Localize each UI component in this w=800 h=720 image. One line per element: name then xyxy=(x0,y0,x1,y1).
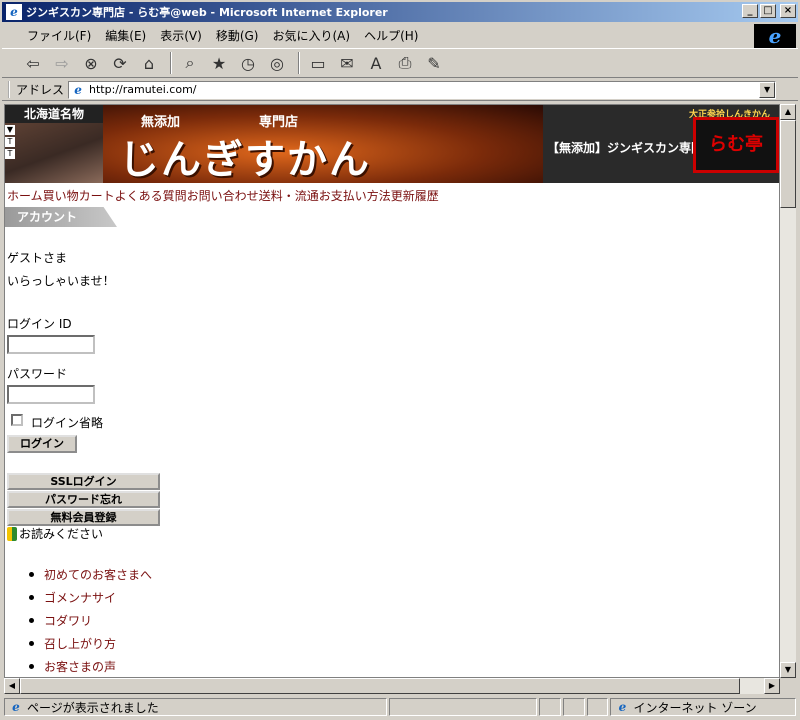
zone-pane: e インターネット ゾーン xyxy=(610,698,796,716)
status-bar: e ページが表示されました e インターネット ゾーン xyxy=(2,696,798,718)
status-text-pane: e ページが表示されました xyxy=(4,698,387,716)
menu-help[interactable]: ヘルプ(H) xyxy=(357,27,425,44)
forgot-password-button[interactable]: パスワード忘れ xyxy=(7,491,160,508)
banner-tab[interactable]: ▼ xyxy=(5,125,15,135)
nav-shipping[interactable]: 送料・流通 xyxy=(259,189,319,203)
address-bar: アドレス e http://ramutei.com/ ▼ xyxy=(2,79,798,101)
banner-tab[interactable]: T xyxy=(5,149,15,159)
scroll-right-icon[interactable]: ▶ xyxy=(764,678,780,694)
welcome-text: いらっしゃいませ！ xyxy=(7,274,115,288)
status-pane xyxy=(586,698,609,716)
nav-cart[interactable]: 買い物カート xyxy=(43,189,115,203)
toolbar-separator xyxy=(298,52,300,74)
address-input[interactable]: e http://ramutei.com/ ▼ xyxy=(68,80,777,99)
status-pane xyxy=(388,698,537,716)
window-titlebar: e ジンギスカン専門店 - らむ亭@web - Microsoft Intern… xyxy=(2,2,798,22)
home-icon[interactable]: ⌂ xyxy=(136,51,162,75)
horizontal-scroll-thumb[interactable] xyxy=(20,678,740,694)
menu-edit[interactable]: 編集(E) xyxy=(98,27,153,44)
beginner-leaf-icon xyxy=(7,526,17,541)
stop-icon[interactable]: ⊗ xyxy=(78,51,104,75)
toolbar: ⇦ ⇨ ⊗ ⟳ ⌂ ⌕ ★ ◷ ◎ ▭ ✉ A ⎙ ✎ xyxy=(2,48,798,78)
site-nav: ホーム買い物カートよくある質問お問い合わせ送料・流通お支払い方法更新履歴 xyxy=(7,187,439,204)
toolbar-separator xyxy=(170,52,172,74)
page-icon: e xyxy=(74,82,82,97)
window-title: ジンギスカン専門店 - らむ亭@web - Microsoft Internet… xyxy=(26,6,388,19)
ie-throbber-logo: e xyxy=(754,24,796,48)
banner-right: 【無添加】ジンギスカン専門店 らむ亭@ 大正参拾しんきかん らむ亭 xyxy=(543,105,779,183)
edit-icon[interactable]: ✎ xyxy=(421,51,447,75)
nav-history[interactable]: 更新履歴 xyxy=(391,189,439,203)
banner-title: じんぎすかん xyxy=(119,136,371,183)
remember-label: ログイン省略 xyxy=(31,416,104,430)
nav-contact[interactable]: お問い合わせ xyxy=(187,189,259,203)
menu-go[interactable]: 移動(G) xyxy=(209,27,266,44)
horizontal-scrollbar[interactable]: ◀ ▶ xyxy=(4,678,780,694)
link-commitment[interactable]: コダワリ xyxy=(29,609,152,632)
internet-zone-icon: e xyxy=(618,700,627,714)
vertical-scroll-thumb[interactable] xyxy=(780,120,796,208)
guest-label: ゲストさま xyxy=(7,251,68,265)
address-dropdown-icon[interactable]: ▼ xyxy=(759,81,776,98)
readme-title: お読みください xyxy=(19,527,104,541)
nav-faq[interactable]: よくある質問 xyxy=(115,189,187,203)
menu-favorites[interactable]: お気に入り(A) xyxy=(265,27,357,44)
scroll-corner xyxy=(780,678,796,694)
banner-tab[interactable]: T xyxy=(5,137,15,147)
fullscreen-icon[interactable]: ▭ xyxy=(305,51,331,75)
login-button[interactable]: ログイン xyxy=(7,435,77,453)
ssl-login-button[interactable]: SSLログイン xyxy=(7,473,160,490)
banner-hokkaido-label: 北海道名物 xyxy=(5,105,103,123)
page-done-icon: e xyxy=(12,700,20,714)
banner-main: 無添加 専門店 じんぎすかん xyxy=(103,105,543,183)
nav-home[interactable]: ホーム xyxy=(7,189,43,203)
forward-icon[interactable]: ⇨ xyxy=(49,51,75,75)
status-pane xyxy=(562,698,585,716)
site-logo[interactable]: らむ亭 xyxy=(693,117,779,173)
menu-file[interactable]: ファイル(F) xyxy=(20,27,98,44)
password-label: パスワード xyxy=(7,367,68,381)
channels-icon[interactable]: ◎ xyxy=(264,51,290,75)
favorites-icon[interactable]: ★ xyxy=(206,51,232,75)
mail-icon[interactable]: ✉ xyxy=(334,51,360,75)
scroll-left-icon[interactable]: ◀ xyxy=(4,678,20,694)
menu-view[interactable]: 表示(V) xyxy=(153,27,209,44)
scroll-up-icon[interactable]: ▲ xyxy=(780,104,796,120)
print-icon[interactable]: ⎙ xyxy=(392,51,418,75)
login-id-label: ログイン ID xyxy=(7,317,72,331)
link-first-time[interactable]: 初めてのお客さまへ xyxy=(29,563,152,586)
maximize-button[interactable]: □ xyxy=(760,4,776,18)
banner-photo: 北海道名物 ▼ T T xyxy=(5,105,103,183)
minimize-button[interactable]: _ xyxy=(742,4,758,18)
login-id-input[interactable] xyxy=(7,335,95,354)
scroll-down-icon[interactable]: ▼ xyxy=(780,662,796,678)
status-pane xyxy=(538,698,561,716)
account-tab: アカウント xyxy=(5,207,117,227)
back-icon[interactable]: ⇦ xyxy=(20,51,46,75)
menubar: ファイル(F) 編集(E) 表示(V) 移動(G) お気に入り(A) ヘルプ(H… xyxy=(2,24,798,46)
site-banner[interactable]: 北海道名物 ▼ T T 無添加 専門店 じんぎすかん 【無添加】ジンギスカン専門… xyxy=(5,105,779,183)
ie-app-icon: e xyxy=(6,4,22,20)
status-text: ページが表示されました xyxy=(27,700,159,715)
page-viewport: 北海道名物 ▼ T T 無添加 専門店 じんぎすかん 【無添加】ジンギスカン専門… xyxy=(4,104,780,678)
remember-checkbox[interactable] xyxy=(11,414,23,426)
readme-links: 初めてのお客さまへ ゴメンナサイ コダワリ 召し上がり方 お客さまの声 xyxy=(29,563,152,677)
history-icon[interactable]: ◷ xyxy=(235,51,261,75)
search-icon[interactable]: ⌕ xyxy=(177,51,203,75)
nav-payment[interactable]: お支払い方法 xyxy=(319,189,391,203)
vertical-scrollbar[interactable]: ▲ ▼ xyxy=(780,104,796,678)
zone-text: インターネット ゾーン xyxy=(633,700,757,715)
address-url: http://ramutei.com/ xyxy=(89,83,197,96)
address-label: アドレス xyxy=(8,81,64,98)
register-button[interactable]: 無料会員登録 xyxy=(7,509,160,526)
link-customer-voice[interactable]: お客さまの声 xyxy=(29,655,152,677)
link-how-to-eat[interactable]: 召し上がり方 xyxy=(29,632,152,655)
readme-heading: お読みください xyxy=(7,525,103,542)
password-input[interactable] xyxy=(7,385,95,404)
close-button[interactable]: × xyxy=(780,4,796,18)
refresh-icon[interactable]: ⟳ xyxy=(107,51,133,75)
link-apology[interactable]: ゴメンナサイ xyxy=(29,586,152,609)
font-icon[interactable]: A xyxy=(363,51,389,75)
